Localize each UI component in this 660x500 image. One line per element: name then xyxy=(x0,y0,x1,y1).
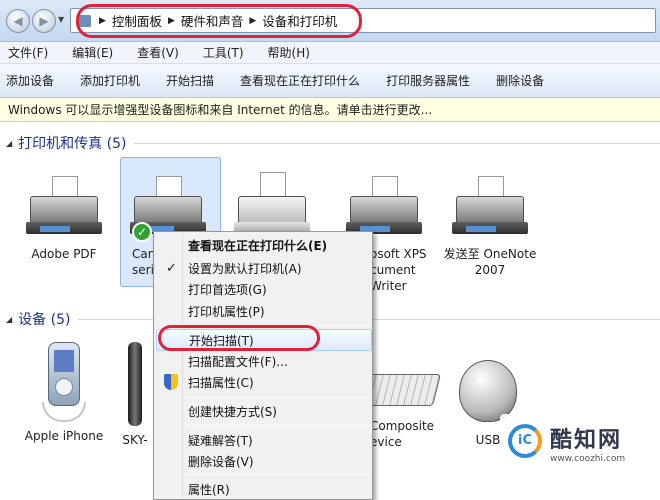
info-bar[interactable]: Windows 可以显示增强型设备图标和来自 Internet 的信息。请单击进… xyxy=(0,98,660,122)
menu-item-label: 创建快捷方式(S) xyxy=(188,404,277,419)
menu-separator xyxy=(186,425,370,426)
menu-item-remove-device[interactable]: 删除设备(V) xyxy=(156,450,372,472)
start-scan-button[interactable]: 开始扫描 xyxy=(166,72,214,89)
breadcrumb-hardware-sound[interactable]: 硬件和声音 xyxy=(181,11,244,30)
print-server-properties-button[interactable]: 打印服务器属性 xyxy=(386,72,470,89)
printer-label-line-1: 发送至 OneNote xyxy=(443,247,537,261)
menu-item-label: 查看现在正在打印什么(E) xyxy=(188,238,328,253)
context-menu: 查看现在正在打印什么(E) ✓ 设置为默认打印机(A) 打印首选项(G) 打印机… xyxy=(153,231,373,500)
checkmark-icon: ✓ xyxy=(166,260,177,276)
see-whats-printing-button[interactable]: 查看现在正在打印什么 xyxy=(240,72,360,89)
menu-item-label: 疑难解答(T) xyxy=(188,433,253,448)
devices-group-label: 设备 (5) xyxy=(18,312,71,328)
back-arrow-icon: ◀ xyxy=(13,14,23,28)
printer-icon: ✓ xyxy=(128,172,208,242)
menu-item-see-whats-printing[interactable]: 查看现在正在打印什么(E) xyxy=(156,234,372,256)
menu-item-scan-properties[interactable]: 扫描属性(C) xyxy=(156,371,372,393)
menu-item-label: 扫描配置文件(F)... xyxy=(188,354,288,369)
menu-edit[interactable]: 编辑(E) xyxy=(72,44,113,61)
menu-separator xyxy=(186,397,370,398)
address-field[interactable]: ▶ 控制面板 ▶ 硬件和声音 ▶ 设备和打印机 xyxy=(70,8,656,33)
uac-shield-icon xyxy=(164,374,178,390)
menu-item-printer-properties[interactable]: 打印机属性(P) xyxy=(156,300,372,322)
printer-label-line-2: 2007 xyxy=(474,263,506,277)
menu-item-troubleshoot[interactable]: 疑难解答(T) xyxy=(156,429,372,451)
usb-drive-icon xyxy=(128,342,142,426)
forward-arrow-icon: ▶ xyxy=(39,14,49,28)
menu-item-label: 删除设备(V) xyxy=(188,454,254,469)
default-printer-check-icon: ✓ xyxy=(132,222,152,242)
forward-button[interactable]: ▶ xyxy=(32,9,56,33)
address-bar: ◀ ▶ ▼ ▶ 控制面板 ▶ 硬件和声音 ▶ 设备和打印机 xyxy=(0,0,660,42)
printer-icon xyxy=(450,172,530,240)
add-device-button[interactable]: 添加设备 xyxy=(6,72,54,89)
menu-help[interactable]: 帮助(H) xyxy=(268,44,310,61)
breadcrumb-separator-icon[interactable]: ▶ xyxy=(249,16,256,26)
group-divider xyxy=(134,142,660,144)
printer-icon xyxy=(344,172,424,240)
fax-icon xyxy=(232,172,312,240)
remove-device-button[interactable]: 删除设备 xyxy=(496,72,544,89)
menu-item-label: 扫描属性(C) xyxy=(188,375,254,390)
menu-bar: 文件(F) 编辑(E) 查看(V) 工具(T) 帮助(H) xyxy=(0,42,660,64)
watermark-url: www.coozhi.com xyxy=(550,454,626,464)
menu-file[interactable]: 文件(F) xyxy=(8,44,48,61)
menu-item-set-default[interactable]: ✓ 设置为默认打印机(A) xyxy=(156,257,372,279)
device-item-apple-iphone[interactable]: Apple iPhone xyxy=(14,342,114,444)
breadcrumb-separator-icon[interactable]: ▶ xyxy=(168,16,175,26)
menu-item-start-scan[interactable]: 开始扫描(T) xyxy=(156,329,372,351)
menu-item-label: 打印机属性(P) xyxy=(188,304,265,319)
printers-group-label: 打印机和传真 (5) xyxy=(18,136,127,152)
breadcrumb-separator-icon[interactable]: ▶ xyxy=(99,16,106,26)
menu-item-label: 设置为默认打印机(A) xyxy=(188,261,302,276)
watermark-name: 酷知网 xyxy=(550,428,623,453)
printer-item-adobe-pdf[interactable]: Adobe PDF xyxy=(14,172,114,262)
breadcrumb-devices-printers[interactable]: 设备和打印机 xyxy=(262,11,337,30)
menu-item-label: 打印首选项(G) xyxy=(188,282,267,297)
add-printer-button[interactable]: 添加打印机 xyxy=(80,72,140,89)
menu-tools[interactable]: 工具(T) xyxy=(203,44,244,61)
menu-item-scan-profiles[interactable]: 扫描配置文件(F)... xyxy=(156,350,372,372)
command-bar: 添加设备 添加打印机 开始扫描 查看现在正在打印什么 打印服务器属性 删除设备 xyxy=(0,64,660,98)
back-button[interactable]: ◀ xyxy=(6,9,30,33)
history-dropdown-icon[interactable]: ▼ xyxy=(58,15,64,24)
menu-item-printing-preferences[interactable]: 打印首选项(G) xyxy=(156,278,372,300)
collapse-arrow-icon[interactable]: ◢ xyxy=(6,315,12,324)
watermark: iC 酷知网 www.coozhi.com xyxy=(500,414,646,474)
menu-view[interactable]: 查看(V) xyxy=(137,44,179,61)
menu-item-label: 开始扫描(T) xyxy=(189,333,254,348)
menu-separator xyxy=(186,325,370,326)
media-player-icon xyxy=(42,342,86,422)
menu-separator xyxy=(186,474,370,475)
menu-item-properties[interactable]: 属性(R) xyxy=(156,478,372,500)
control-panel-icon xyxy=(77,14,91,27)
printers-group-header[interactable]: ◢ 打印机和传真 (5) xyxy=(0,133,660,153)
device-label: Apple iPhone xyxy=(24,429,104,443)
menu-item-create-shortcut[interactable]: 创建快捷方式(S) xyxy=(156,400,372,422)
collapse-arrow-icon[interactable]: ◢ xyxy=(6,139,12,148)
info-bar-text: Windows 可以显示增强型设备图标和来自 Internet 的信息。请单击进… xyxy=(8,103,433,117)
printer-item-onenote[interactable]: 发送至 OneNote 2007 xyxy=(440,172,540,278)
breadcrumb-control-panel[interactable]: 控制面板 xyxy=(112,11,162,30)
menu-item-label: 属性(R) xyxy=(188,482,230,497)
printer-icon xyxy=(24,172,104,240)
site-logo-icon: iC xyxy=(508,424,542,458)
printer-label: Adobe PDF xyxy=(31,247,97,261)
